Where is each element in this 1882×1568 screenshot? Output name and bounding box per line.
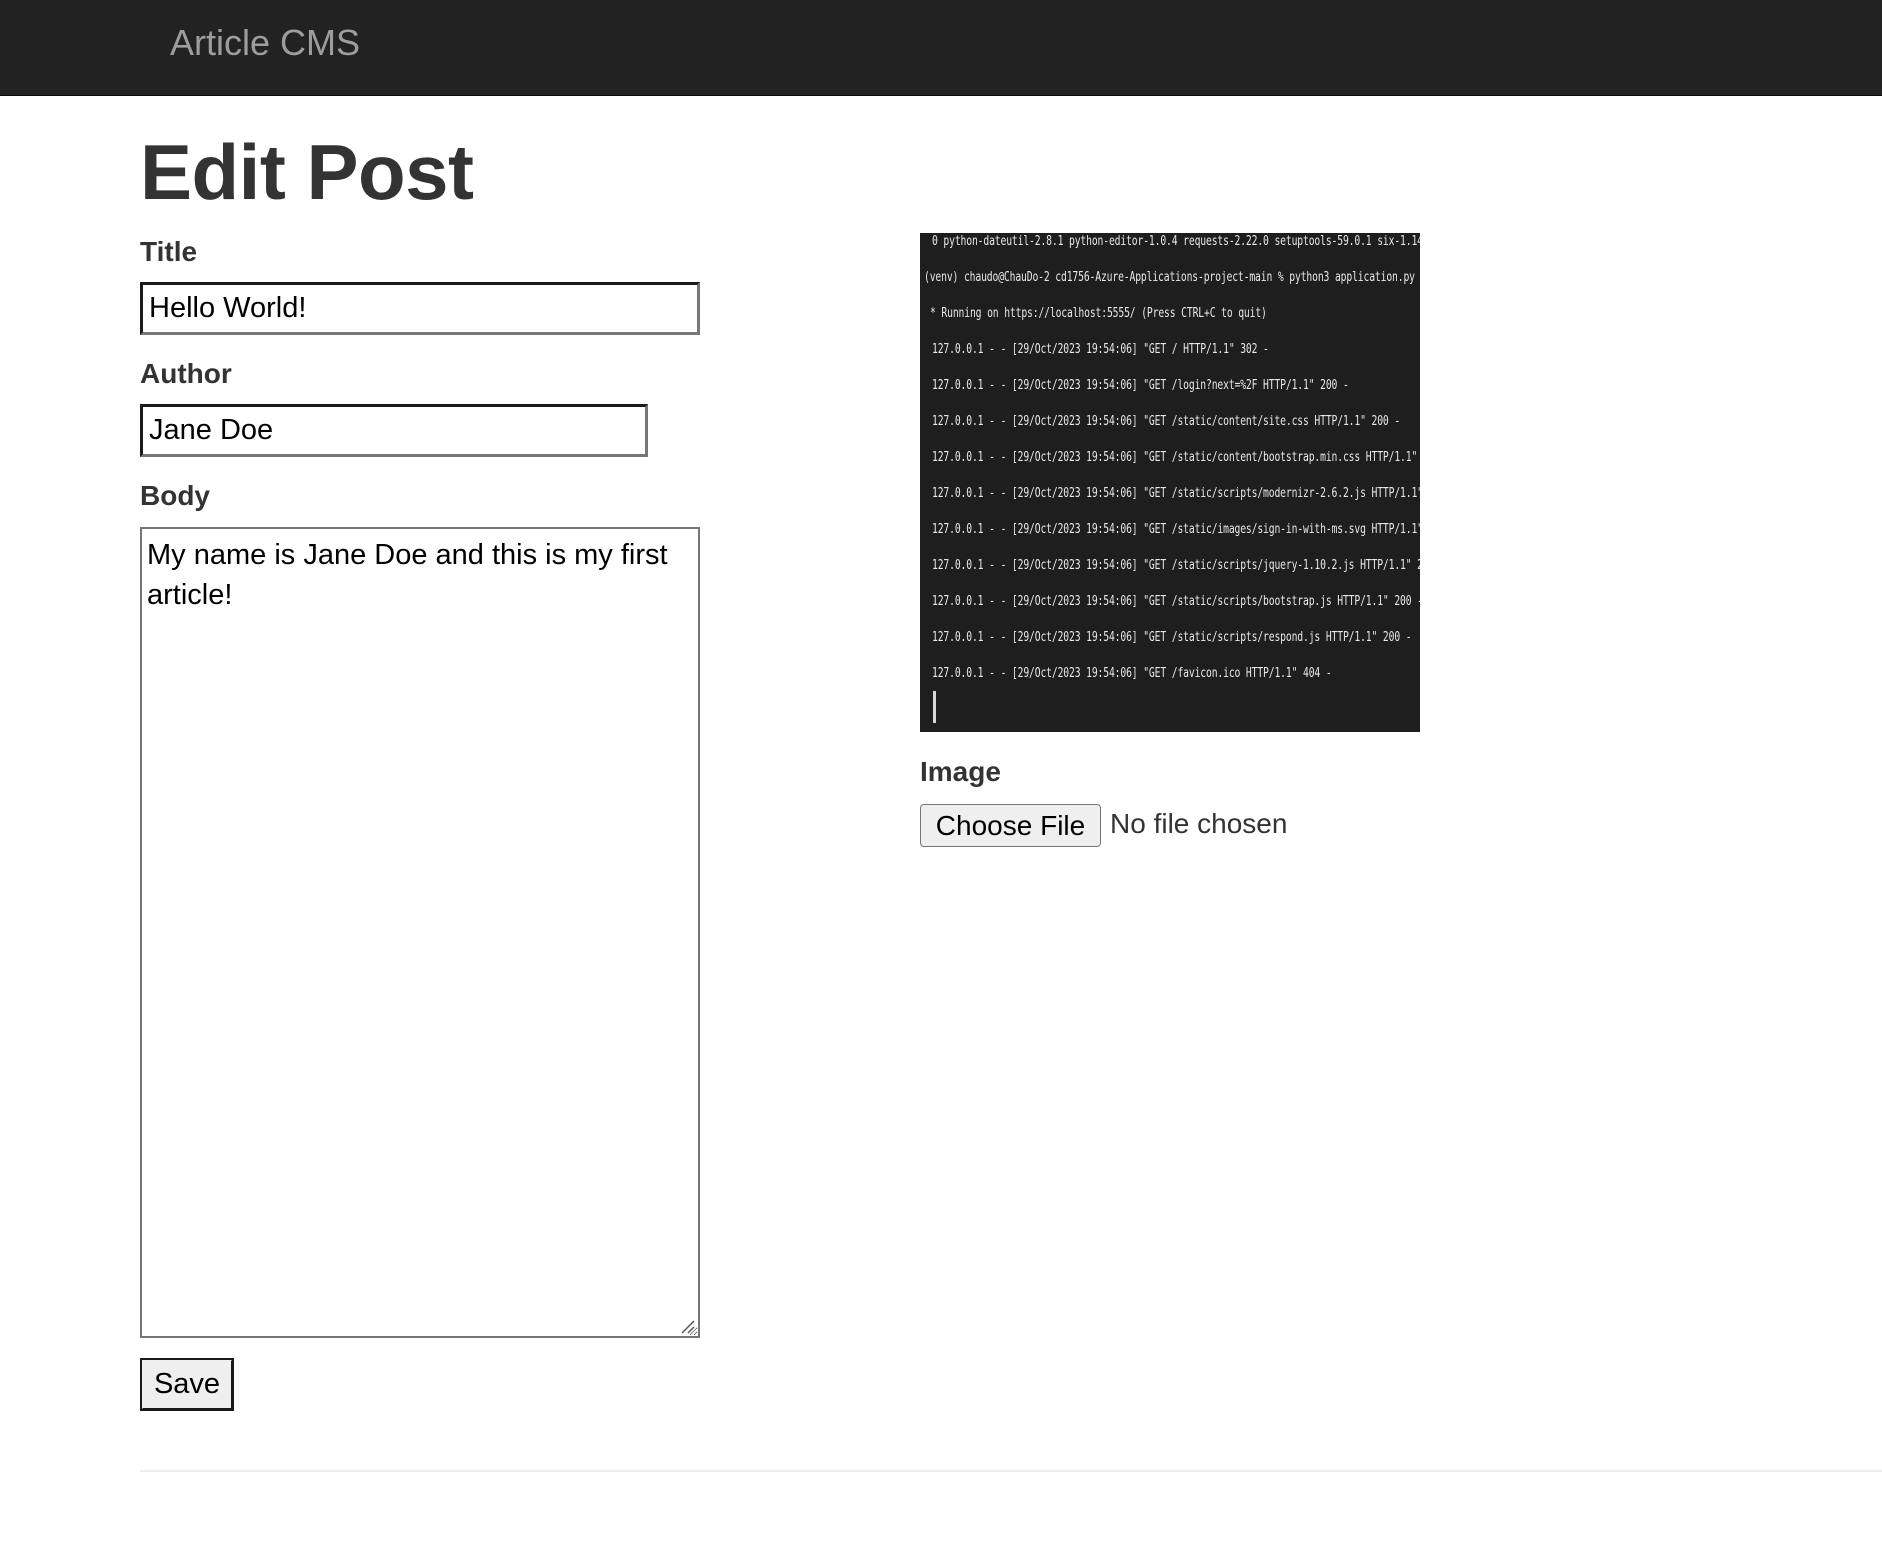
terminal-line: 127.0.0.1 - - [29/Oct/2023 19:54:06] "GE… (932, 341, 1269, 357)
terminal-line: (venv) chaudo@ChauDo-2 cd1756-Azure-Appl… (924, 269, 1415, 285)
terminal-line: 127.0.0.1 - - [29/Oct/2023 19:54:06] "GE… (932, 665, 1332, 681)
terminal-line: 127.0.0.1 - - [29/Oct/2023 19:54:06] "GE… (932, 629, 1412, 645)
image-label: Image (920, 756, 1001, 787)
terminal-line: 127.0.0.1 - - [29/Oct/2023 19:54:06] "GE… (932, 413, 1401, 429)
file-status-text: No file chosen (1110, 808, 1288, 839)
terminal-line: 127.0.0.1 - - [29/Oct/2023 19:54:06] "GE… (932, 449, 1420, 465)
footer-divider (140, 1470, 1882, 1472)
body-textarea[interactable]: My name is Jane Doe and this is my first… (140, 527, 700, 1338)
choose-file-button[interactable]: Choose File (920, 804, 1101, 847)
brand-link[interactable]: Article CMS (170, 22, 360, 64)
terminal-line: 127.0.0.1 - - [29/Oct/2023 19:54:06] "GE… (932, 377, 1349, 393)
author-label: Author (140, 358, 232, 389)
terminal-line: 127.0.0.1 - - [29/Oct/2023 19:54:06] "GE… (932, 521, 1420, 537)
terminal-line: 0 python-dateutil-2.8.1 python-editor-1.… (932, 233, 1420, 249)
author-input[interactable] (140, 404, 648, 457)
terminal-line: 127.0.0.1 - - [29/Oct/2023 19:54:06] "GE… (932, 593, 1420, 609)
body-label: Body (140, 480, 210, 511)
page-title: Edit Post (140, 128, 474, 216)
terminal-line: 127.0.0.1 - - [29/Oct/2023 19:54:06] "GE… (932, 557, 1420, 573)
title-label: Title (140, 236, 198, 267)
terminal-line: 127.0.0.1 - - [29/Oct/2023 19:54:06] "GE… (932, 485, 1420, 501)
navbar: Article CMS (0, 0, 1882, 96)
terminal-line: * Running on https://localhost:5555/ (Pr… (930, 305, 1267, 321)
terminal-screenshot-image: 0 python-dateutil-2.8.1 python-editor-1.… (920, 233, 1420, 732)
terminal-cursor (933, 691, 936, 723)
title-input[interactable] (140, 282, 700, 335)
save-button[interactable]: Save (140, 1358, 234, 1411)
